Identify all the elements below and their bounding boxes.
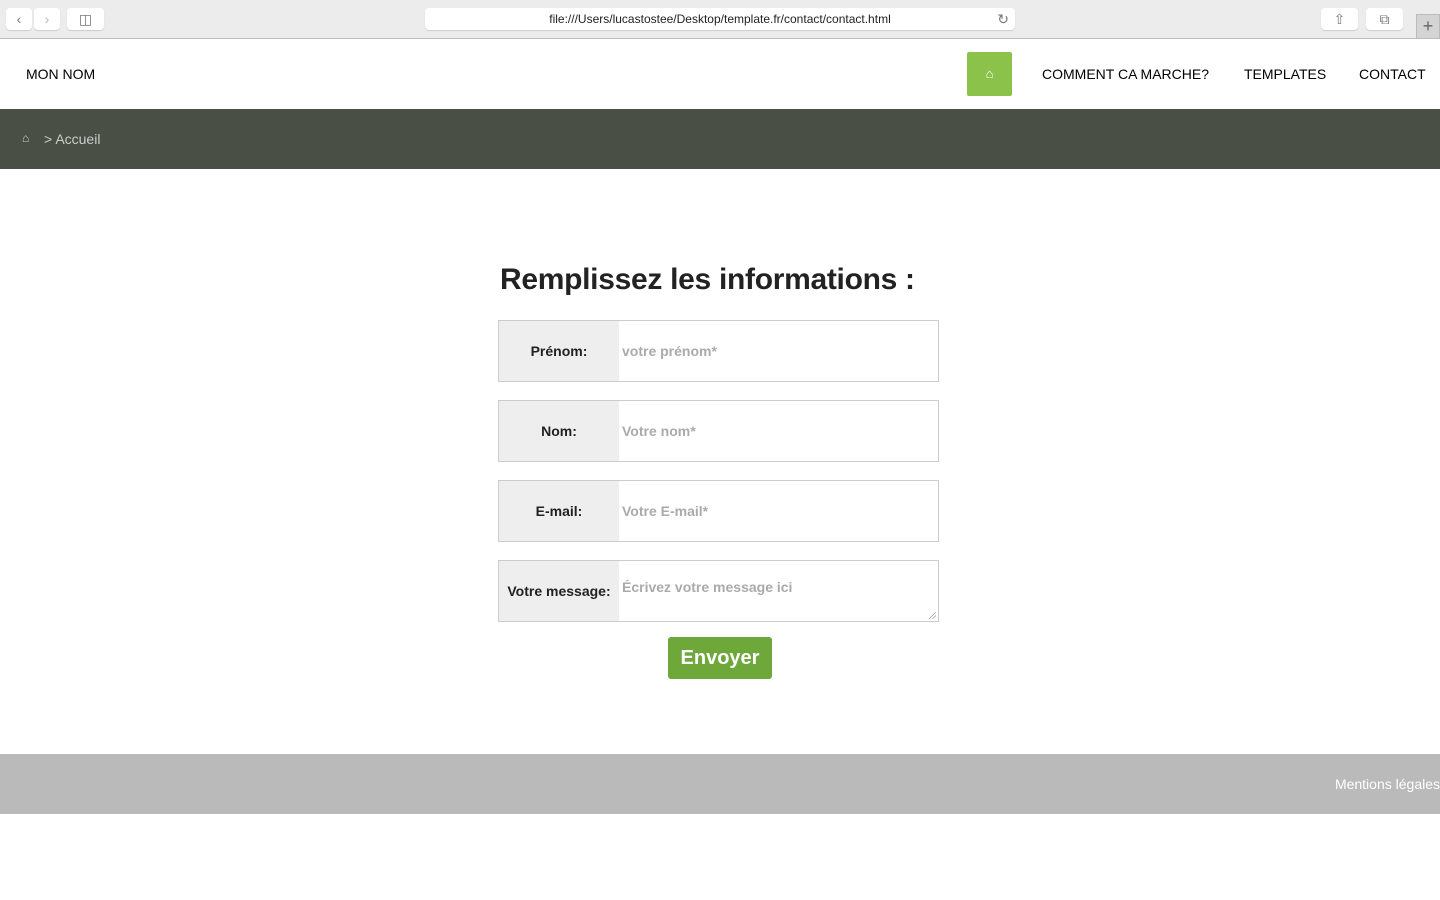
firstname-input[interactable]: votre prénom* — [619, 321, 938, 381]
share-icon[interactable]: ⇧ — [1321, 8, 1358, 30]
url-text: file:///Users/lucastostee/Desktop/templa… — [549, 12, 891, 26]
firstname-label: Prénom: — [499, 321, 619, 381]
browser-toolbar: ‹ › ◫ file:///Users/lucastostee/Desktop/… — [0, 0, 1440, 39]
nav-contact[interactable]: CONTACT — [1359, 66, 1426, 82]
lastname-label: Nom: — [499, 401, 619, 461]
lastname-input[interactable]: Votre nom* — [619, 401, 938, 461]
address-bar[interactable]: file:///Users/lucastostee/Desktop/templa… — [425, 8, 1015, 30]
footer: Mentions légales — [0, 754, 1440, 814]
email-row: E-mail: Votre E-mail* — [498, 480, 939, 542]
message-label: Votre message: — [499, 561, 619, 621]
email-input[interactable]: Votre E-mail* — [619, 481, 938, 541]
nav-templates[interactable]: TEMPLATES — [1244, 66, 1326, 82]
message-row: Votre message: Écrivez votre message ici — [498, 560, 939, 622]
breadcrumb-separator: > — [44, 131, 53, 147]
lastname-row: Nom: Votre nom* — [498, 400, 939, 462]
form-title: Remplissez les informations : — [500, 263, 915, 296]
brand[interactable]: MON NOM — [26, 66, 95, 82]
sidebar-icon[interactable]: ◫ — [67, 8, 104, 30]
nav-comment-ca-marche[interactable]: COMMENT CA MARCHE? — [1042, 66, 1209, 82]
home-icon: ⌂ — [985, 66, 994, 81]
tabs-icon[interactable]: ⧉ — [1366, 8, 1403, 30]
breadcrumb: ⌂ > Accueil — [0, 109, 1440, 169]
legal-link[interactable]: Mentions légales — [1335, 776, 1440, 792]
forward-icon[interactable]: › — [34, 8, 60, 30]
site-header: MON NOM ⌂ COMMENT CA MARCHE? TEMPLATES C… — [0, 39, 1440, 109]
back-icon[interactable]: ‹ — [6, 8, 32, 30]
reload-icon[interactable]: ↻ — [997, 8, 1009, 30]
home-icon[interactable]: ⌂ — [22, 131, 29, 145]
firstname-row: Prénom: votre prénom* — [498, 320, 939, 382]
email-label: E-mail: — [499, 481, 619, 541]
submit-button[interactable]: Envoyer — [668, 637, 772, 679]
breadcrumb-current[interactable]: Accueil — [55, 131, 100, 147]
message-textarea[interactable]: Écrivez votre message ici — [619, 561, 938, 621]
new-tab-icon[interactable]: + — [1416, 14, 1440, 39]
home-button[interactable]: ⌂ — [967, 52, 1012, 96]
